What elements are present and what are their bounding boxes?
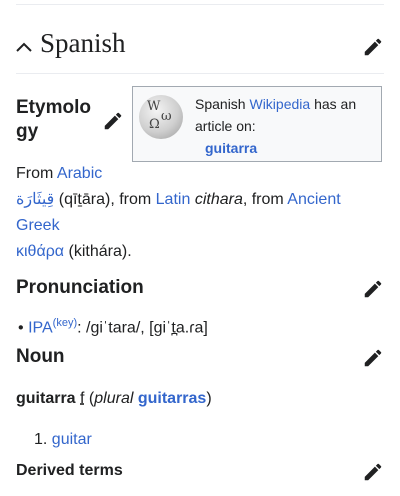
wikipedia-sister-box: W ω Ω Spanish Wikipedia has an article o… — [132, 86, 382, 162]
etymology-heading-line2: gy — [16, 121, 39, 142]
etymology-from: From — [16, 165, 57, 182]
wikipedia-box-line2: article on: — [195, 118, 256, 134]
pronunciation-item: • IPA(key): /ɡiˈtara/, [ɡiˈt̪a.ɾa] — [18, 310, 208, 341]
headword: guitarra — [16, 390, 76, 407]
ipa-transcription: : /ɡiˈtara/, [ɡiˈt̪a.ɾa] — [77, 319, 208, 337]
etymology-heading-line1: Etymolo — [16, 97, 91, 118]
ipa-link[interactable]: IPA — [28, 319, 53, 336]
wikipedia-globe-icon: W ω Ω — [139, 95, 183, 139]
wikipedia-link[interactable]: Wikipedia — [249, 96, 310, 112]
bullet: • — [18, 319, 24, 337]
pronunciation-heading: Pronunciation — [16, 277, 144, 298]
pencil-icon[interactable] — [102, 110, 124, 132]
close-paren: ) — [206, 390, 212, 407]
latin-language-link[interactable]: Latin — [156, 191, 191, 208]
pencil-icon[interactable] — [362, 347, 384, 369]
latin-term: cithara — [194, 191, 243, 208]
ipa-key-link[interactable]: (key) — [53, 317, 77, 329]
derived-terms-heading: Derived terms — [16, 462, 123, 479]
noun-heading: Noun — [16, 346, 65, 367]
section-divider — [16, 73, 384, 74]
etymology-comma-from: , from — [242, 191, 288, 208]
pencil-icon[interactable] — [362, 461, 384, 483]
arabic-language-link[interactable]: Arabic — [57, 165, 102, 182]
wikipedia-article-link[interactable]: guitarra — [205, 140, 257, 156]
greek-term-link[interactable]: κιθάρα — [16, 243, 64, 260]
definition-link[interactable]: guitar — [52, 431, 92, 448]
plural-link[interactable]: guitarras — [138, 390, 206, 407]
etymology-heading: Etymolo gy — [16, 96, 96, 144]
pencil-icon[interactable] — [362, 278, 384, 300]
definition-item: 1. guitar — [34, 427, 92, 453]
headword-line: guitarra f (plural guitarras) — [16, 386, 212, 412]
wikipedia-box-text-after: has an — [310, 96, 357, 112]
wikipedia-box-text: Spanish Wikipedia has an article on: — [195, 93, 380, 137]
pencil-icon[interactable] — [362, 36, 384, 58]
open-paren: ( — [84, 390, 95, 407]
wikipedia-box-text-before: Spanish — [195, 96, 250, 112]
greek-transliteration: (kithára). — [64, 243, 132, 260]
top-divider — [16, 4, 384, 5]
plural-label: plural — [94, 390, 134, 407]
section-header[interactable]: Spanish — [14, 28, 384, 61]
section-title: Spanish — [40, 28, 126, 58]
arabic-transliteration: (qīṯāra), from — [54, 191, 156, 208]
etymology-text: From Arabic قِيثَارَة (qīṯāra), from Lat… — [16, 161, 386, 265]
chevron-up-icon[interactable] — [14, 37, 34, 57]
arabic-term-link[interactable]: قِيثَارَة — [16, 191, 54, 208]
definition-number: 1. — [34, 431, 48, 448]
